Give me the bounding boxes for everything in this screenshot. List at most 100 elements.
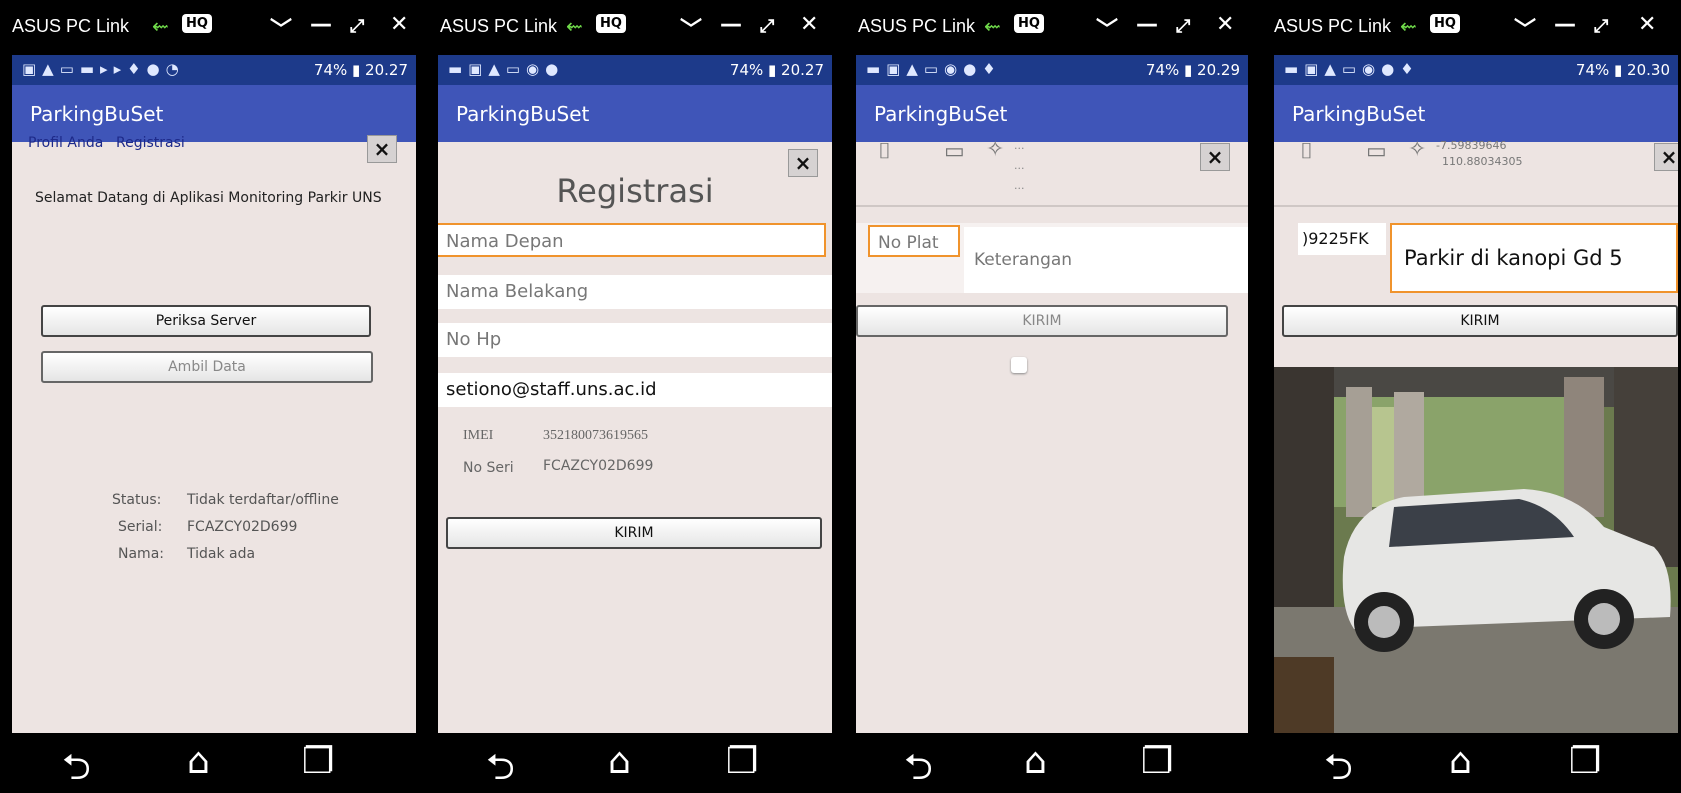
minimize-icon[interactable]: —	[310, 12, 332, 37]
close-icon[interactable]: ✕	[1638, 12, 1656, 37]
latitude-text: -7.59839646	[1436, 139, 1507, 152]
window-title: ASUS PC Link	[440, 16, 558, 36]
camera-icon[interactable]: ⌷	[1300, 139, 1313, 164]
submit-button[interactable]: KIRIM	[1282, 305, 1678, 337]
hq-badge[interactable]: HQ	[1430, 14, 1460, 33]
check-server-button[interactable]: Periksa Server	[41, 305, 371, 337]
note-input[interactable]: Keterangan	[964, 227, 1248, 293]
minimize-icon[interactable]: —	[720, 12, 742, 37]
close-icon[interactable]: ✕	[1216, 12, 1234, 37]
app-bar: ParkingBuSet	[438, 85, 832, 142]
android-nav-bar: ⮌ ⌂ ❐	[856, 733, 1248, 793]
pc-link-window-bar: ASUS PC Link ⇜ HQ ﹀ — ⤢ ✕	[1262, 0, 1681, 55]
gallery-icon[interactable]: ▭	[944, 139, 965, 164]
close-button[interactable]: ×	[1654, 143, 1678, 171]
minimize-icon[interactable]: ﹀	[680, 12, 702, 44]
checkbox[interactable]	[1011, 357, 1027, 373]
last-name-input[interactable]: Nama Belakang	[438, 275, 832, 309]
location-icon[interactable]: ✧	[1408, 137, 1426, 162]
email-input[interactable]: setiono@staff.uns.ac.id	[438, 373, 832, 407]
app-bar: ParkingBuSet	[856, 85, 1248, 142]
latitude-text: ...	[1014, 139, 1025, 152]
app-title: ParkingBuSet	[1292, 102, 1426, 126]
pc-link-window-bar: ASUS PC Link ⇜ HQ ﹀ — ⤢ ✕	[0, 0, 428, 55]
menu-register[interactable]: Registrasi	[116, 135, 185, 151]
close-icon[interactable]: ✕	[390, 12, 408, 37]
home-icon[interactable]: ⌂	[1449, 741, 1472, 782]
serial-value: FCAZCY02D699	[543, 458, 654, 474]
home-icon[interactable]: ⌂	[608, 741, 631, 782]
status-label: Status:	[112, 492, 162, 508]
notification-icons: ▣▲▭▬▸▸♦●◔	[22, 60, 185, 78]
battery-level: 74%	[1575, 61, 1610, 79]
android-status-bar: ▬▣▲▭◉●♦ 74% ▮ 20.30	[1274, 55, 1678, 85]
phone-screen-1: ASUS PC Link ⇜ HQ ﹀ — ⤢ ✕ ▣▲▭▬▸▸♦●◔ 74% …	[0, 0, 428, 793]
hq-badge[interactable]: HQ	[1014, 14, 1044, 33]
name-label: Nama:	[118, 546, 164, 562]
note-input[interactable]: Parkir di kanopi Gd 5	[1390, 223, 1678, 293]
back-icon[interactable]: ⮌	[904, 741, 933, 793]
clock: 20.30	[1627, 61, 1670, 79]
extra-coords-text: ...	[1014, 179, 1025, 192]
notification-icons: ▬▣▲▭◉●♦	[1284, 60, 1420, 78]
pc-link-window-bar: ASUS PC Link ⇜ HQ ﹀ — ⤢ ✕	[846, 0, 1262, 55]
minimize-icon[interactable]: —	[1554, 12, 1576, 37]
divider	[856, 205, 1248, 207]
battery-level: 74%	[729, 61, 764, 79]
minimize-icon[interactable]: —	[1136, 12, 1158, 37]
imei-value: 352180073619565	[543, 428, 648, 443]
clock: 20.27	[781, 61, 824, 79]
home-icon[interactable]: ⌂	[187, 741, 210, 782]
maximize-icon[interactable]: ⤢	[760, 16, 774, 37]
maximize-icon[interactable]: ⤢	[1594, 16, 1608, 37]
camera-icon[interactable]: ⌷	[878, 139, 891, 164]
maximize-icon[interactable]: ⤢	[1176, 16, 1190, 37]
phone-input[interactable]: No Hp	[438, 323, 832, 357]
minimize-icon[interactable]: ﹀	[1514, 12, 1536, 44]
minimize-icon[interactable]: ﹀	[1096, 12, 1118, 44]
hq-badge[interactable]: HQ	[596, 14, 626, 33]
clock: 20.29	[1197, 61, 1240, 79]
recents-icon[interactable]: ❐	[1141, 741, 1173, 782]
submit-button[interactable]: KIRIM	[446, 517, 822, 549]
home-icon[interactable]: ⌂	[1024, 741, 1047, 782]
battery-level: 74%	[1145, 61, 1180, 79]
back-icon[interactable]: ⮌	[62, 741, 91, 793]
longitude-text: ...	[1014, 159, 1025, 172]
battery-level: 74%	[313, 61, 348, 79]
usb-icon: ⇜	[1400, 14, 1417, 38]
notification-icons: ▬▣▲▭◉●	[448, 60, 565, 78]
hq-badge[interactable]: HQ	[182, 14, 212, 33]
serial-value: FCAZCY02D699	[187, 519, 298, 535]
close-button[interactable]: ×	[1200, 143, 1230, 171]
android-nav-bar: ⮌ ⌂ ❐	[438, 733, 832, 793]
back-icon[interactable]: ⮌	[1324, 741, 1353, 793]
close-button[interactable]: ×	[367, 135, 397, 163]
window-title: ASUS PC Link	[858, 16, 976, 36]
maximize-icon[interactable]: ⤢	[350, 16, 364, 37]
status-value: Tidak terdaftar/offline	[187, 492, 339, 508]
minimize-icon[interactable]: ﹀	[270, 12, 292, 44]
fetch-data-button[interactable]: Ambil Data	[41, 351, 373, 383]
close-icon[interactable]: ✕	[800, 12, 818, 37]
plate-input[interactable]: No Plat	[868, 225, 960, 257]
recents-icon[interactable]: ❐	[1569, 741, 1601, 782]
recents-icon[interactable]: ❐	[726, 741, 758, 782]
location-icon[interactable]: ✧	[986, 137, 1004, 162]
gallery-icon[interactable]: ▭	[1366, 139, 1387, 164]
phone-screen-4: ASUS PC Link ⇜ HQ ﹀ — ⤢ ✕ ▬▣▲▭◉●♦ 74% ▮ …	[1262, 0, 1681, 793]
welcome-text: Selamat Datang di Aplikasi Monitoring Pa…	[35, 190, 382, 206]
app-title: ParkingBuSet	[30, 102, 164, 126]
app-bar: ParkingBuSet	[12, 85, 416, 142]
serial-label: Serial:	[118, 519, 163, 535]
recents-icon[interactable]: ❐	[302, 741, 334, 782]
phone-screen-2: ASUS PC Link ⇜ HQ ﹀ — ⤢ ✕ ▬▣▲▭◉● 74% ▮ 2…	[428, 0, 846, 793]
first-name-input[interactable]: Nama Depan	[438, 223, 826, 257]
plate-input[interactable]: )9225FK	[1298, 223, 1386, 255]
back-icon[interactable]: ⮌	[486, 741, 515, 793]
menu-profile[interactable]: Profil Anda	[28, 135, 103, 151]
divider	[1274, 205, 1678, 207]
submit-button[interactable]: KIRIM	[856, 305, 1228, 337]
android-nav-bar: ⮌ ⌂ ❐	[12, 733, 416, 793]
imei-label: IMEI	[463, 428, 494, 443]
